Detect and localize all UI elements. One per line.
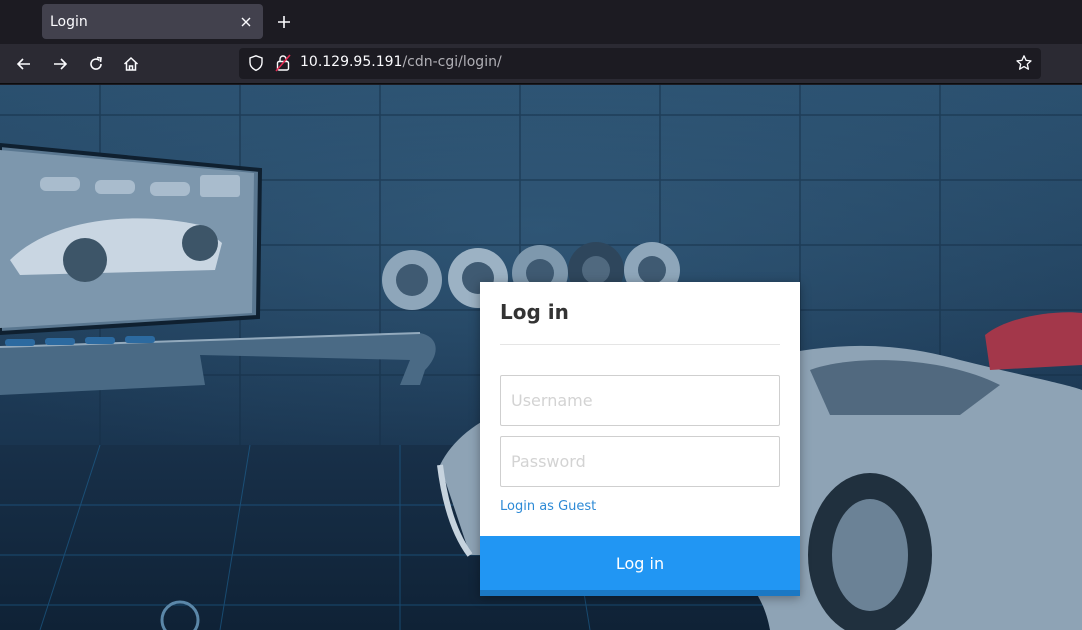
plus-icon[interactable] <box>272 10 296 34</box>
divider <box>500 344 780 345</box>
arrow-left-icon[interactable] <box>11 51 37 77</box>
shield-icon[interactable] <box>247 54 265 72</box>
username-input[interactable] <box>500 375 780 426</box>
tab-title: Login <box>50 13 88 30</box>
home-icon[interactable] <box>118 51 144 77</box>
login-button[interactable]: Log in <box>480 536 800 596</box>
url-host: 10.129.95.191 <box>300 54 403 70</box>
lock-icon[interactable] <box>275 54 291 72</box>
tab-strip: Login <box>0 0 1082 44</box>
star-icon[interactable] <box>1015 54 1033 72</box>
reload-icon[interactable] <box>83 51 109 77</box>
url-path: /cdn-cgi/login/ <box>402 54 502 70</box>
browser-tab[interactable]: Login <box>42 4 263 39</box>
address-bar[interactable]: 10.129.95.191/cdn-cgi/login/ <box>239 48 1041 79</box>
login-as-guest-link[interactable]: Login as Guest <box>500 499 596 514</box>
url-text[interactable]: 10.129.95.191/cdn-cgi/login/ <box>300 54 502 70</box>
page-content: Log in Login as Guest Log in <box>0 85 1082 630</box>
nav-toolbar: 10.129.95.191/cdn-cgi/login/ <box>0 44 1082 84</box>
login-title: Log in <box>500 300 569 324</box>
arrow-right-icon[interactable] <box>47 51 73 77</box>
login-card: Log in Login as Guest Log in <box>480 282 800 596</box>
password-input[interactable] <box>500 436 780 487</box>
close-icon[interactable] <box>235 11 257 33</box>
